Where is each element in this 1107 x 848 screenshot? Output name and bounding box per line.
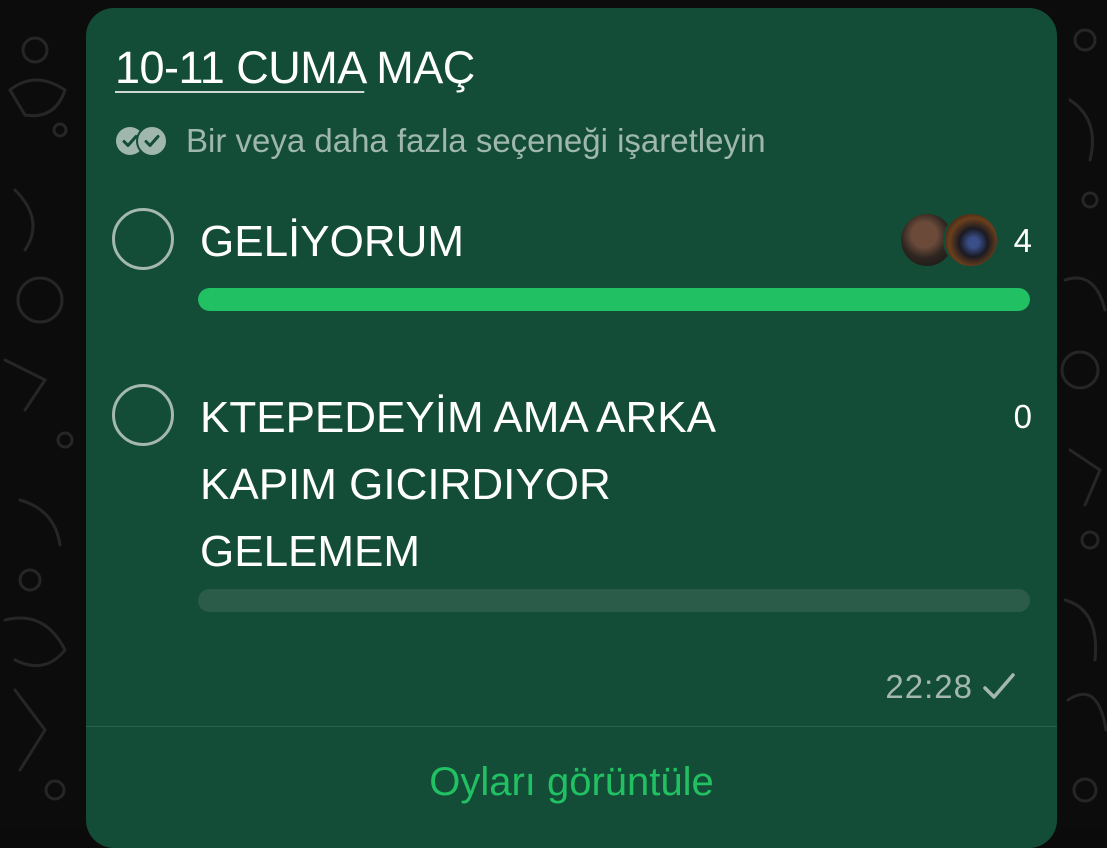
double-check-circle-icon [116,124,168,158]
poll-option-2[interactable]: KTEPEDEYİM AMA ARKA KAPIM GICIRDIYOR GEL… [112,384,1032,624]
voter-avatar-2 [943,212,999,268]
poll-message-bubble: 10-11 CUMA MAÇ Bir veya daha fazla seçen… [86,8,1057,848]
poll-title-underlined[interactable]: 10-11 CUMA [115,42,365,93]
voter-avatars[interactable] [899,212,999,268]
option-2-radio[interactable] [112,384,174,446]
poll-title-rest: MAÇ [364,42,475,93]
view-votes-button[interactable]: Oyları görüntüle [86,760,1057,805]
poll-instruction: Bir veya daha fazla seçeneği işaretleyin [116,121,766,161]
option-2-vote-count: 0 [1013,398,1032,435]
option-1-progress-bar [198,288,1030,311]
poll-instruction-text: Bir veya daha fazla seçeneği işaretleyin [186,122,766,159]
message-meta: 22:28 [885,668,1017,706]
message-time: 22:28 [885,668,973,705]
option-1-radio[interactable] [112,208,174,270]
option-1-vote-count: 4 [1013,222,1032,259]
option-1-text: GELİYORUM [200,217,465,266]
poll-title: 10-11 CUMA MAÇ [115,42,475,94]
option-1-progress-fill [198,288,1030,311]
option-2-progress-bar [198,589,1030,612]
single-check-icon [981,671,1017,703]
option-2-text: KTEPEDEYİM AMA ARKA KAPIM GICIRDIYOR GEL… [200,393,714,576]
footer-divider [86,726,1057,727]
poll-option-1[interactable]: GELİYORUM 4 [112,208,1032,318]
